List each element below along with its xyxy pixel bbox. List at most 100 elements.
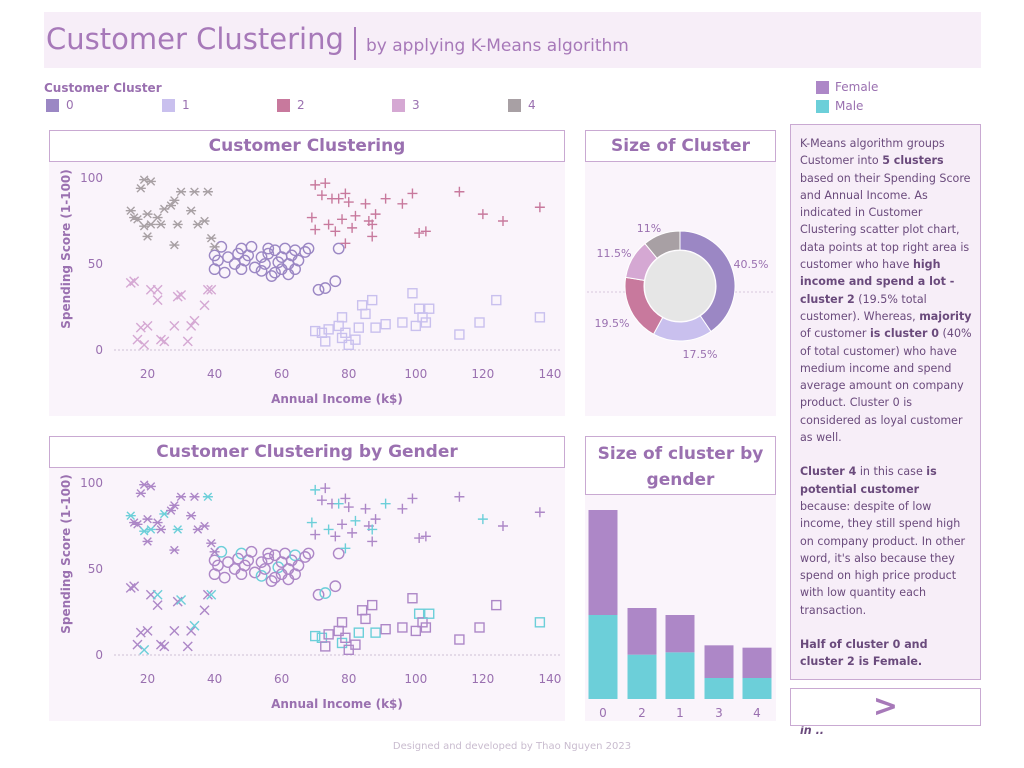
bar-male-2 (627, 654, 657, 699)
data-point-x (176, 289, 187, 300)
data-point-square (336, 312, 348, 323)
data-point-asterisk (176, 187, 187, 197)
data-point-x (199, 605, 210, 616)
data-point-x (169, 320, 180, 331)
data-point-x (199, 300, 210, 311)
data-point-square (367, 599, 378, 611)
data-point-x (182, 336, 193, 347)
x-tick-label: 80 (341, 367, 356, 381)
data-point-x (139, 644, 150, 655)
data-point-square (360, 308, 371, 320)
bar-category-label: 1 (676, 706, 684, 720)
donut-slice-label: 17.5% (683, 348, 718, 361)
x-tick-label: 40 (207, 367, 222, 381)
bar-male-1 (665, 652, 695, 699)
data-point-x (189, 620, 200, 631)
data-point-square (336, 617, 348, 628)
insight-text: because: despite of low income, they sti… (800, 499, 966, 617)
y-axis-label: Spending Score (1-100) (59, 169, 73, 329)
donut-hole (645, 251, 715, 321)
donut-slice-label: 19.5% (595, 317, 630, 330)
data-point-asterisk (145, 220, 156, 229)
data-point-asterisk (202, 187, 213, 197)
data-point-circle (282, 268, 295, 281)
bar-category-label: 2 (638, 706, 646, 720)
data-point-plus (316, 190, 327, 201)
data-point-plus (320, 178, 331, 189)
insight-paragraph-2: Cluster 4 in this case is potential cust… (800, 463, 972, 619)
bar-category-label: 4 (753, 706, 761, 720)
x-tick-label: 120 (471, 672, 494, 686)
data-point-x (132, 334, 143, 345)
data-point-plus (333, 193, 344, 204)
bar-female-0 (588, 510, 618, 615)
data-point-x (125, 277, 136, 288)
insight-paragraph-1: K-Means algorithm groups Customer into 5… (800, 135, 972, 446)
data-point-plus (310, 529, 321, 540)
data-point-square (413, 608, 425, 619)
data-point-asterisk (172, 525, 183, 534)
data-point-asterisk (145, 482, 156, 491)
data-point-asterisk (139, 175, 150, 185)
data-point-x (189, 315, 200, 326)
data-point-asterisk (206, 538, 217, 548)
data-point-circle (222, 251, 234, 264)
donut-slice-label: 11% (637, 222, 661, 235)
data-point-square (397, 622, 408, 633)
data-point-asterisk (139, 526, 150, 536)
data-point-plus (340, 543, 351, 554)
donut-chart: 40.5% 17.5% 19.5% 11.5% 11% (587, 222, 774, 361)
data-point-square (353, 627, 364, 638)
data-point-plus (380, 193, 391, 204)
data-point-asterisk (206, 233, 217, 243)
y-tick-label: 100 (80, 171, 103, 185)
bar-category-label: 3 (715, 706, 723, 720)
insight-bold: Cluster 4 (800, 465, 857, 479)
data-point-asterisk (139, 221, 150, 231)
data-point-circle (228, 563, 241, 575)
x-tick-label: 140 (538, 672, 561, 686)
insight-text: (40% of total customer) who have medium … (800, 327, 972, 445)
data-point-square (323, 324, 334, 335)
data-point-plus (340, 188, 351, 199)
data-point-x (176, 594, 187, 605)
footer-credit: Designed and developed by Thao Nguyen 20… (392, 741, 632, 752)
data-point-square (353, 322, 364, 333)
insight-bold: Half of cluster 0 and cluster 2 is Femal… (800, 638, 928, 669)
x-tick-label: 20 (140, 367, 155, 381)
data-point-x (172, 596, 183, 607)
insight-panel: K-Means algorithm groups Customer into 5… (790, 124, 981, 737)
data-point-plus (367, 231, 378, 242)
data-point-x (152, 295, 163, 306)
data-point-plus (397, 503, 408, 514)
data-point-plus (497, 216, 508, 226)
bar-female-1 (665, 615, 695, 653)
next-page-button[interactable]: > (790, 688, 981, 726)
data-point-plus (347, 222, 358, 233)
data-point-plus (367, 536, 378, 547)
data-point-circle (279, 547, 291, 560)
scatter1-chart: 20 40 60 80 100 120 140050100Annual Income (k$… (59, 169, 561, 406)
data-point-circle (222, 556, 234, 569)
data-point-plus (306, 517, 317, 528)
data-point-asterisk (142, 514, 153, 524)
data-point-asterisk (202, 492, 213, 502)
bar-male-3 (704, 678, 734, 699)
data-point-square (323, 629, 334, 640)
data-point-plus (340, 238, 351, 249)
bar-male-4 (742, 678, 772, 699)
data-point-plus (420, 226, 431, 237)
bar-male-0 (588, 615, 618, 699)
data-point-asterisk (199, 521, 210, 531)
data-point-asterisk (169, 240, 180, 250)
data-point-plus (330, 226, 341, 237)
data-point-asterisk (186, 511, 197, 520)
data-point-x (186, 625, 197, 636)
bars-chart: 0 2 1 3 4 (588, 510, 772, 720)
data-point-plus (337, 214, 348, 225)
data-point-x (155, 334, 166, 345)
data-point-square (424, 303, 435, 314)
x-tick-label: 40 (207, 672, 222, 686)
data-point-asterisk (145, 177, 156, 186)
data-point-circle (312, 588, 325, 601)
